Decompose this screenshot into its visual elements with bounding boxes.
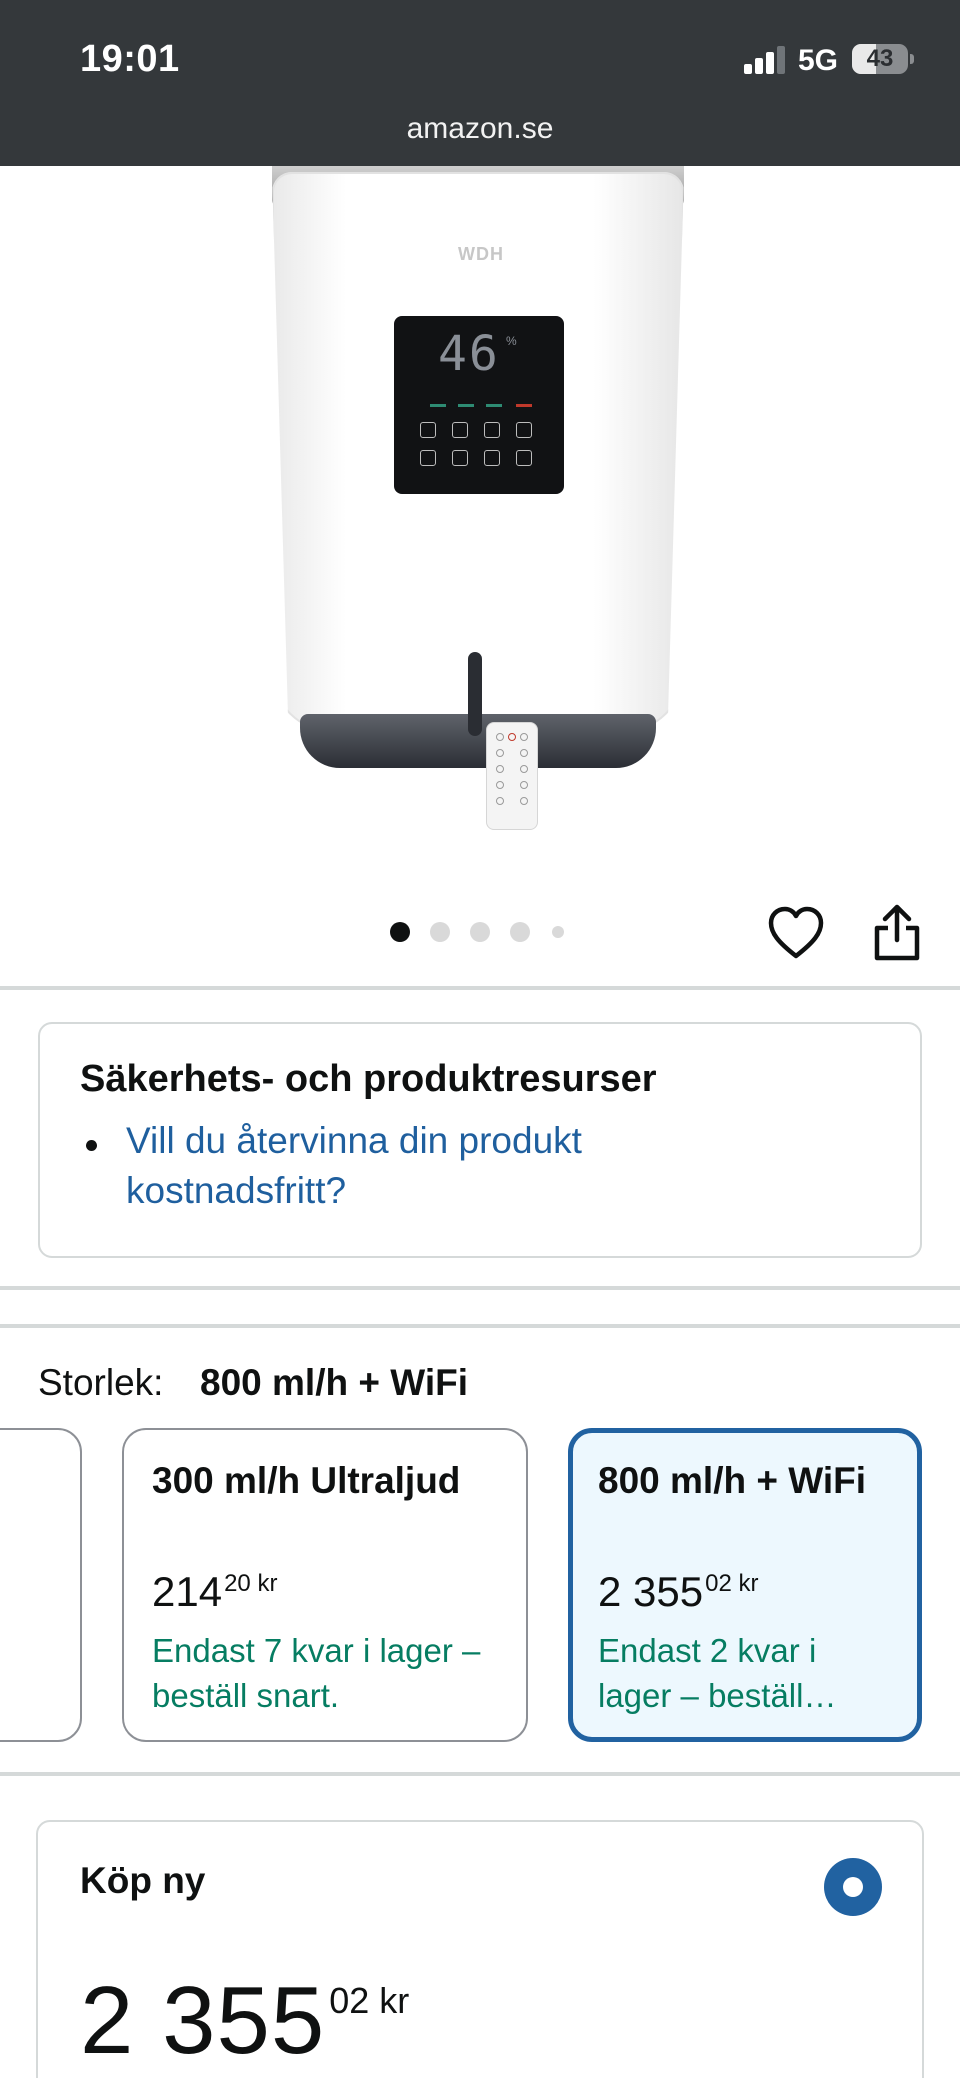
stock-status: Endast 7 kvar i lager – beställ snart. (152, 1632, 481, 1714)
buy-new-price: 2 355 02 kr (80, 1967, 410, 2074)
heart-icon[interactable] (768, 906, 824, 960)
selected-size-value: 800 ml/h + WiFi (200, 1362, 468, 1403)
status-bar: 19:01 5G 43 amazon.se (0, 0, 960, 166)
humidity-readout: 46 (438, 326, 500, 382)
list-bullet (86, 1140, 97, 1151)
size-option-name: 300 ml/h Ultraljud (152, 1460, 461, 1501)
recycle-product-link[interactable]: Vill du återvinna din produkt kostnadsfr… (126, 1116, 686, 1216)
section-divider (0, 1286, 960, 1290)
section-divider (0, 1324, 960, 1328)
carousel-dot-1[interactable] (390, 922, 410, 942)
section-divider (0, 1772, 960, 1776)
buy-new-radio[interactable] (824, 1858, 882, 1916)
size-option-price: 2 35502 kr (598, 1568, 759, 1615)
status-time: 19:01 (80, 38, 180, 80)
carousel-dot-4[interactable] (510, 922, 530, 942)
size-option-800ml-wifi[interactable]: 800 ml/h + WiFi 2 35502 kr Endast 2 kvar… (568, 1428, 922, 1742)
size-option-name: 800 ml/h + WiFi (598, 1460, 866, 1501)
humidity-unit: % (506, 334, 517, 348)
carousel-dot-2[interactable] (430, 922, 450, 942)
remote-control (486, 722, 538, 830)
section-divider (0, 986, 960, 990)
address-bar[interactable]: amazon.se (0, 112, 960, 146)
cellular-signal-icon (744, 46, 786, 74)
size-option-price: 21420 kr (152, 1568, 278, 1615)
product-brand-mark: WDH (458, 244, 504, 264)
size-option-partial[interactable] (0, 1428, 82, 1742)
network-type: 5G (798, 44, 839, 77)
level-bars (430, 404, 534, 407)
buy-new-title: Köp ny (80, 1860, 206, 1901)
stock-status: Endast 2 kvar i lager – beställ… (598, 1632, 837, 1714)
battery-icon: 43 (852, 44, 908, 74)
product-image[interactable]: WDH 46 % (0, 166, 960, 866)
battery-level: 43 (866, 45, 894, 72)
water-level-window (468, 652, 482, 736)
control-panel: 46 % (394, 316, 564, 494)
safety-resources-title: Säkerhets- och produktresurser (80, 1058, 657, 1100)
size-option-300ml[interactable]: 300 ml/h Ultraljud 21420 kr Endast 7 kva… (122, 1428, 528, 1742)
carousel-dot-3[interactable] (470, 922, 490, 942)
carousel-dot-5[interactable] (552, 926, 564, 938)
share-icon[interactable] (872, 904, 922, 962)
battery-tip (910, 54, 914, 64)
size-label: Storlek: (38, 1362, 164, 1403)
